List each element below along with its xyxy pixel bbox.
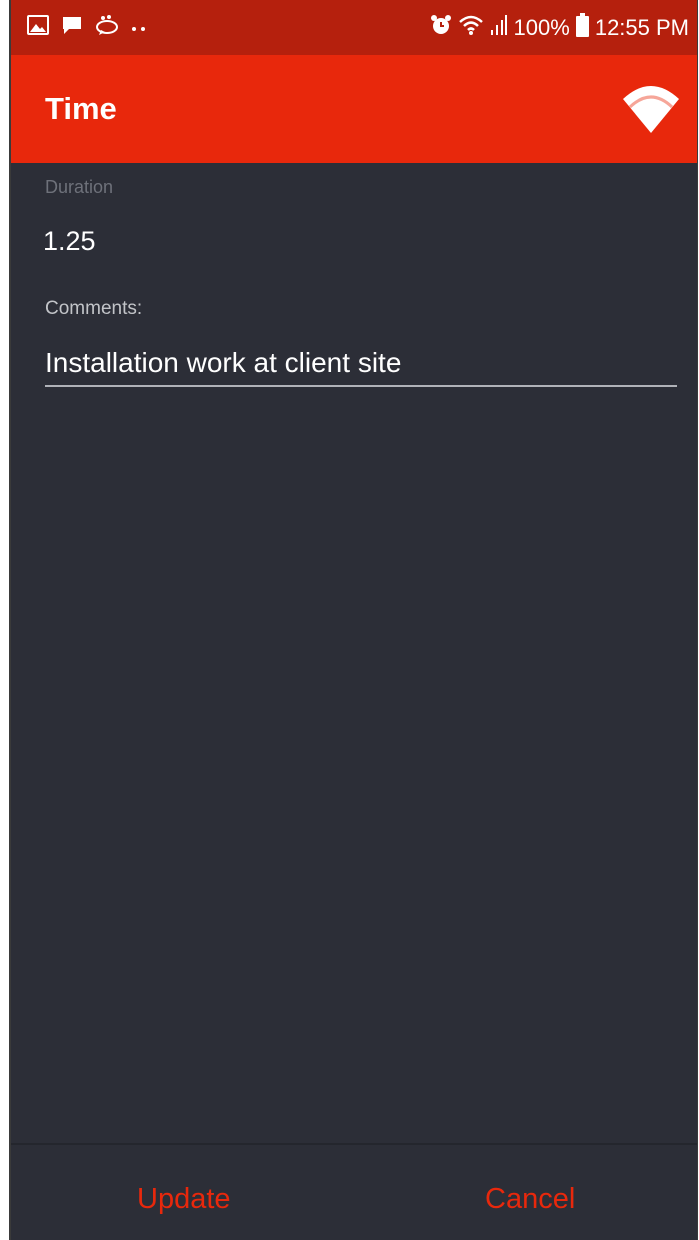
battery-icon xyxy=(575,13,589,42)
page-title: Time xyxy=(45,91,117,126)
wifi-icon xyxy=(458,14,484,41)
gallery-icon xyxy=(27,15,49,40)
alarm-icon xyxy=(430,14,452,41)
app-frame: 100% 12:55 PM Time Duration 1.25 Comment… xyxy=(9,0,698,1240)
status-bar-notifications xyxy=(27,14,159,41)
status-bar: 100% 12:55 PM xyxy=(11,0,697,55)
more-dots-icon xyxy=(131,19,147,37)
cancel-button[interactable]: Cancel xyxy=(485,1183,575,1216)
message-icon xyxy=(61,15,83,40)
wifi-connection-icon[interactable] xyxy=(621,81,681,138)
comments-input[interactable] xyxy=(45,341,677,387)
clock: 12:55 PM xyxy=(594,14,689,40)
action-bar: Update Cancel xyxy=(11,1143,697,1240)
battery-percent: 100% xyxy=(513,14,570,40)
duration-label: Duration xyxy=(45,177,114,197)
time-entry-form: Duration 1.25 Comments: xyxy=(11,163,697,1240)
update-button[interactable]: Update xyxy=(137,1183,231,1216)
chat-bubbles-icon xyxy=(95,14,119,41)
duration-value: 1.25 xyxy=(43,226,96,256)
signal-icon xyxy=(490,14,508,41)
app-bar: Time xyxy=(11,55,697,163)
status-bar-system: 100% 12:55 PM xyxy=(424,13,689,42)
comments-label: Comments: xyxy=(45,298,143,319)
